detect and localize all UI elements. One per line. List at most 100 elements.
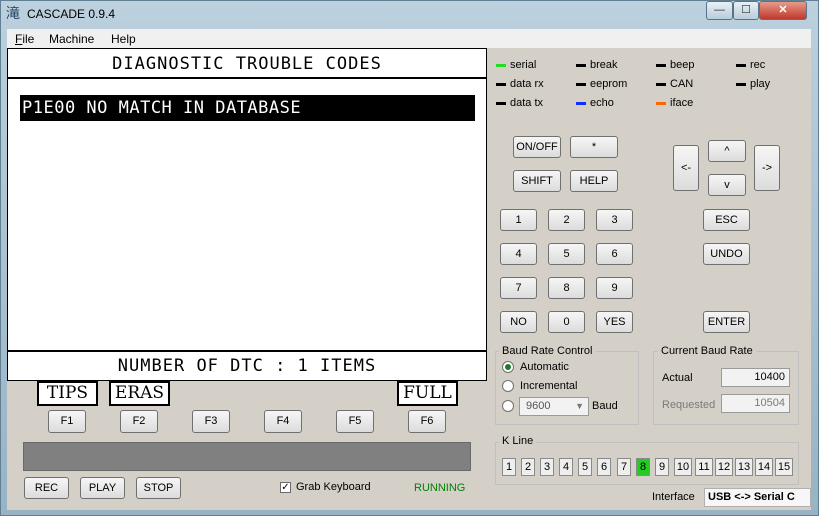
key-1-button[interactable]: 1 [500,209,537,231]
indicator-panel: serial break beep rec data rx eeprom CAN… [496,58,806,118]
baud-rate-value: 9600 [526,400,551,412]
f2-button[interactable]: F2 [120,410,158,433]
incremental-label: Incremental [520,380,578,392]
k-line-14[interactable]: 14 [755,458,773,476]
f3-button[interactable]: F3 [192,410,230,433]
rec-led [736,64,746,67]
requested-baud-field: 10504 [721,394,790,413]
k-line-6[interactable]: 6 [597,458,611,476]
break-label: break [590,59,618,71]
f1-button[interactable]: F1 [48,410,86,433]
interface-label: Interface [652,491,695,503]
k-line-9[interactable]: 9 [655,458,669,476]
title-bar[interactable]: 滝 CASCADE 0.9.4 — ☐ ✕ [0,0,817,28]
menu-help[interactable]: Help [111,32,136,46]
automatic-radio[interactable] [502,361,514,373]
echo-led [576,102,586,105]
key-8-button[interactable]: 8 [548,277,585,299]
k-line-title: K Line [499,435,537,447]
up-arrow-button[interactable]: ^ [708,140,746,162]
current-baud-rate-title: Current Baud Rate [658,345,756,357]
can-label: CAN [670,78,694,90]
k-line-1[interactable]: 1 [502,458,516,476]
esc-button[interactable]: ESC [703,209,750,231]
grab-keyboard-label: Grab Keyboard [296,481,371,493]
incremental-radio[interactable] [502,380,514,392]
rec-button[interactable]: REC [24,477,69,499]
menu-file[interactable]: File [15,32,34,46]
k-line-15[interactable]: 15 [775,458,793,476]
left-arrow-button[interactable]: <- [673,145,699,191]
k-line-12[interactable]: 12 [715,458,733,476]
checkmark-icon: ✓ [281,482,290,493]
can-led [656,83,666,86]
down-arrow-button[interactable]: v [708,174,746,196]
eeprom-led [576,83,586,86]
baud-rate-select[interactable]: 9600 ▼ [519,397,589,416]
data-tx-led [496,102,506,105]
data-tx-label: data tx [510,97,544,109]
menu-file-rest: ile [22,32,35,46]
undo-button[interactable]: UNDO [703,243,750,265]
key-9-button[interactable]: 9 [596,277,633,299]
lcd-footer: NUMBER OF DTC : 1 ITEMS [8,350,486,380]
no-button[interactable]: NO [500,311,537,333]
k-line-3[interactable]: 3 [540,458,554,476]
eeprom-label: eeprom [590,78,628,90]
softkey-label-f1: TIPS [37,381,98,406]
k-line-7[interactable]: 7 [617,458,631,476]
k-line-4[interactable]: 4 [559,458,573,476]
play-button[interactable]: PLAY [80,477,125,499]
lcd-display: DIAGNOSTIC TROUBLE CODES P1E00 NO MATCH … [7,48,487,381]
interface-value: USB <-> Serial C [708,491,795,503]
k-line-13[interactable]: 13 [735,458,753,476]
iface-label: iface [670,97,694,109]
star-button[interactable]: * [570,136,618,158]
automatic-label: Automatic [520,361,569,373]
serial-label: serial [510,59,537,71]
key-7-button[interactable]: 7 [500,277,537,299]
shift-button[interactable]: SHIFT [513,170,561,192]
k-line-5[interactable]: 5 [578,458,592,476]
key-3-button[interactable]: 3 [596,209,633,231]
key-5-button[interactable]: 5 [548,243,585,265]
k-line-2[interactable]: 2 [521,458,535,476]
k-line-11[interactable]: 11 [695,458,713,476]
key-4-button[interactable]: 4 [500,243,537,265]
maximize-button[interactable]: ☐ [733,1,759,20]
enter-button[interactable]: ENTER [703,311,750,333]
stop-button[interactable]: STOP [136,477,181,499]
minimize-button[interactable]: — [706,1,733,20]
yes-button[interactable]: YES [596,311,633,333]
k-line-8[interactable]: 8 [636,458,650,476]
help-button[interactable]: HELP [570,170,618,192]
serial-led [496,64,506,67]
close-button[interactable]: ✕ [759,1,807,20]
right-arrow-button[interactable]: -> [754,145,780,191]
requested-label: Requested [662,399,716,411]
break-led [576,64,586,67]
actual-label: Actual [662,372,693,384]
lcd-selected-line[interactable]: P1E00 NO MATCH IN DATABASE [20,95,475,121]
key-2-button[interactable]: 2 [548,209,585,231]
f5-button[interactable]: F5 [336,410,374,433]
data-rx-label: data rx [510,78,544,90]
play-led [736,83,746,86]
k-line-10[interactable]: 10 [674,458,692,476]
f4-button[interactable]: F4 [264,410,302,433]
maximize-icon: ☐ [741,4,751,16]
key-0-button[interactable]: 0 [548,311,585,333]
interface-field[interactable]: USB <-> Serial C [704,488,811,507]
grab-keyboard-checkbox[interactable]: ✓ [280,482,291,493]
rec-label: rec [750,59,766,71]
onoff-button[interactable]: ON/OFF [513,136,561,158]
iface-led [656,102,666,105]
beep-led [656,64,666,67]
menu-machine[interactable]: Machine [49,32,94,46]
echo-label: echo [590,97,614,109]
f6-button[interactable]: F6 [408,410,446,433]
softkey-label-f2: ERAS [109,381,170,406]
fixed-baud-radio[interactable] [502,400,514,412]
baud-rate-control-title: Baud Rate Control [499,345,596,357]
key-6-button[interactable]: 6 [596,243,633,265]
